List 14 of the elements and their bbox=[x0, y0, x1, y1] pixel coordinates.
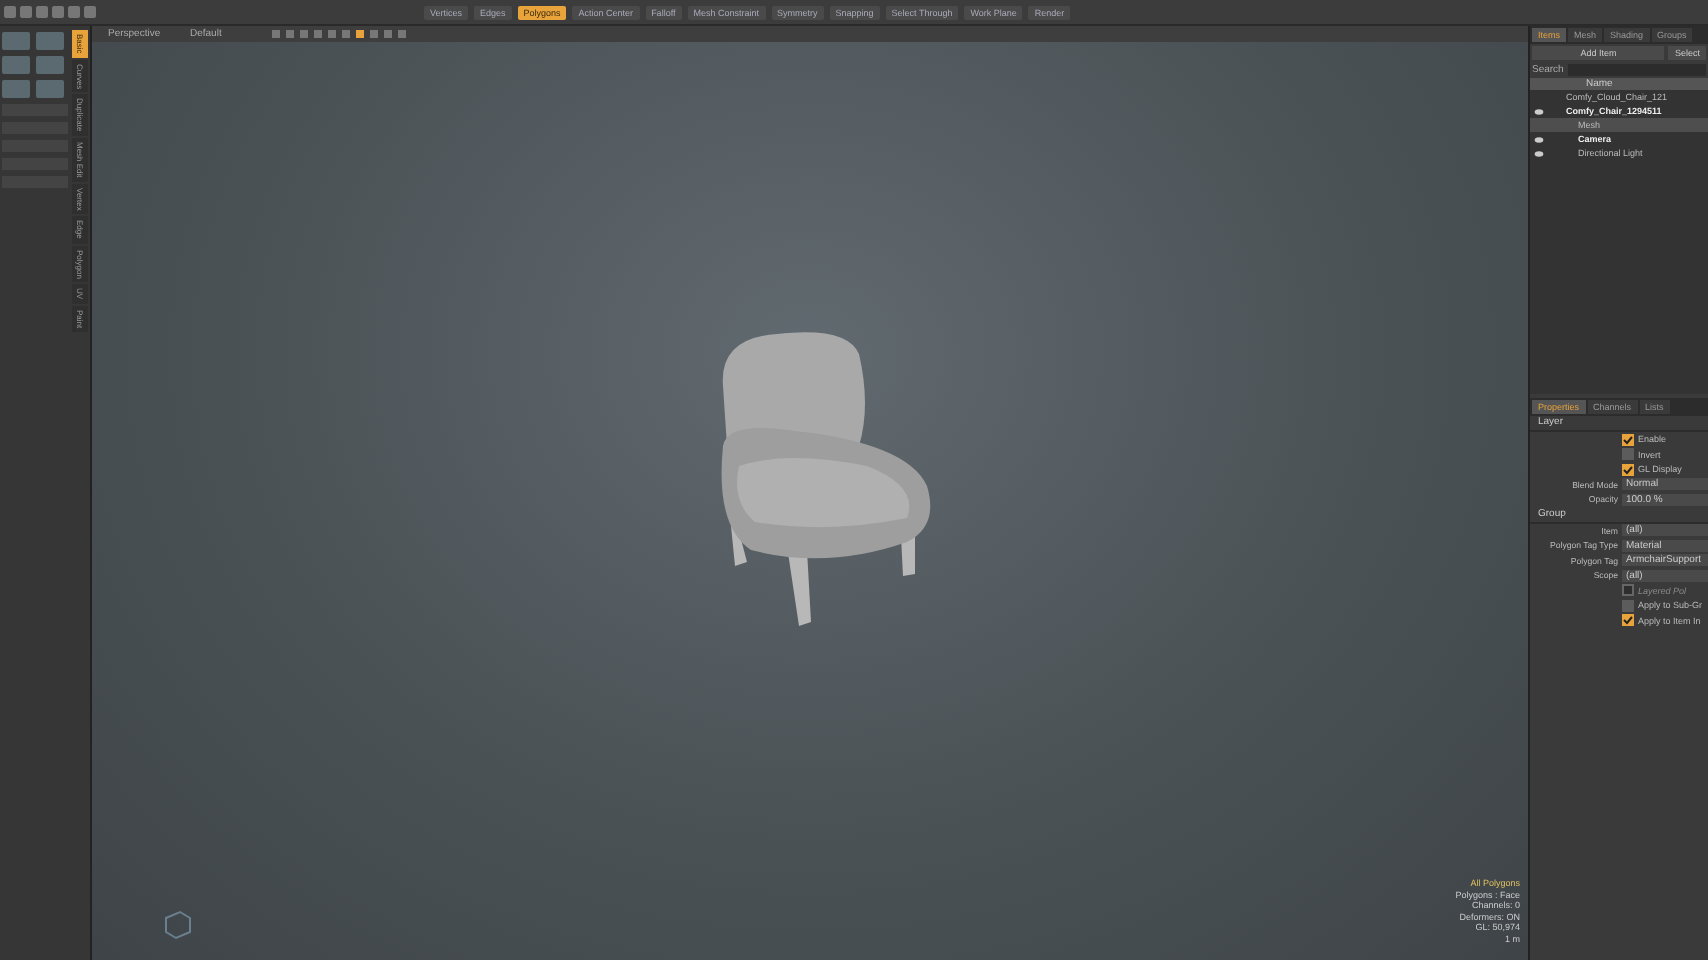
eye-icon[interactable] bbox=[1533, 107, 1543, 115]
tool-icon[interactable] bbox=[36, 56, 64, 74]
checkbox[interactable] bbox=[1622, 463, 1634, 476]
axis-cube-icon bbox=[162, 908, 194, 940]
search-field[interactable] bbox=[1567, 64, 1706, 76]
tool-icon[interactable] bbox=[2, 56, 30, 74]
tool-icon[interactable] bbox=[2, 80, 30, 98]
checkbox[interactable] bbox=[1622, 614, 1634, 627]
checkbox[interactable] bbox=[1622, 433, 1634, 446]
checkbox[interactable] bbox=[1622, 448, 1634, 461]
checkbox[interactable] bbox=[1622, 599, 1634, 612]
tool-icon[interactable] bbox=[2, 32, 30, 50]
tool-icon[interactable] bbox=[36, 32, 64, 50]
tool-icon[interactable] bbox=[36, 80, 64, 98]
